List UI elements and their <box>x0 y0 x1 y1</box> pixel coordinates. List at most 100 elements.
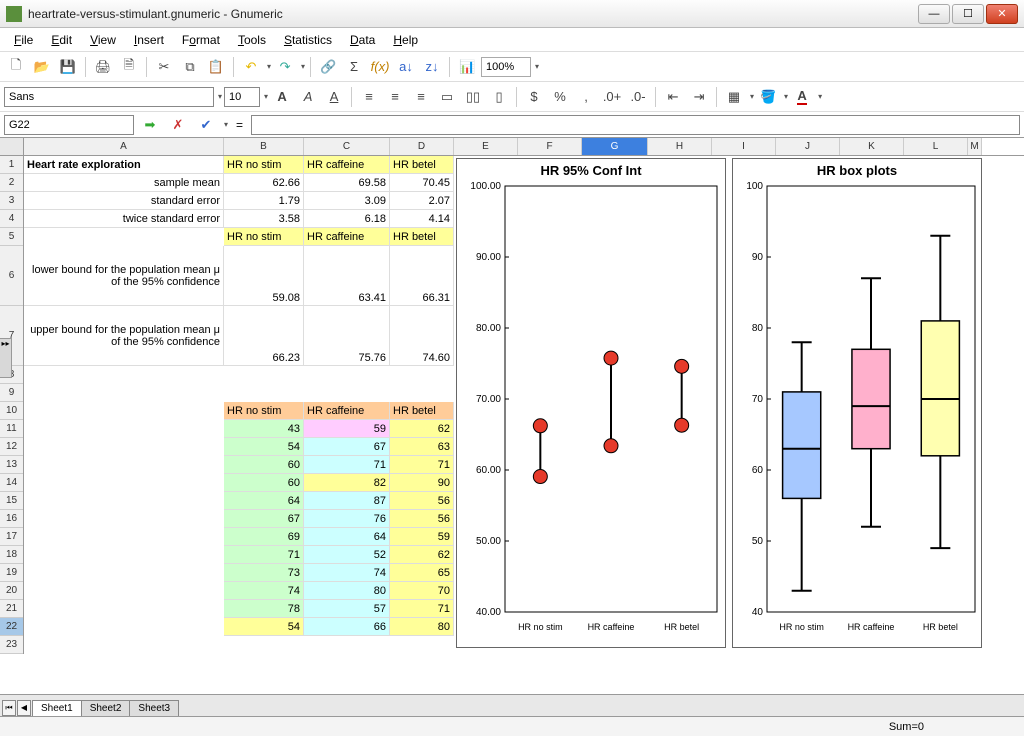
function-icon[interactable]: f(x) <box>368 55 392 79</box>
svg-text:HR no stim: HR no stim <box>779 622 824 632</box>
font-size-combo[interactable]: 10 <box>224 87 260 107</box>
maximize-button[interactable]: ☐ <box>952 4 984 24</box>
svg-text:40: 40 <box>752 607 764 618</box>
svg-text:50.00: 50.00 <box>476 536 501 547</box>
inc-indent-icon[interactable]: ⇥ <box>687 85 711 109</box>
cut-icon[interactable]: ✂ <box>152 55 176 79</box>
inc-decimal-icon[interactable]: .0+ <box>600 85 624 109</box>
svg-text:HR caffeine: HR caffeine <box>588 622 635 632</box>
app-icon <box>6 6 22 22</box>
menu-insert[interactable]: Insert <box>126 31 172 49</box>
sort-asc-icon[interactable]: a↓ <box>394 55 418 79</box>
menu-view[interactable]: View <box>82 31 124 49</box>
open-icon[interactable]: 📂 <box>30 55 54 79</box>
titlebar: heartrate-versus-stimulant.gnumeric - Gn… <box>0 0 1024 28</box>
currency-icon[interactable]: $ <box>522 85 546 109</box>
svg-text:HR caffeine: HR caffeine <box>848 622 895 632</box>
undo-icon[interactable]: ↶ <box>239 55 263 79</box>
formula-input[interactable] <box>251 115 1020 135</box>
status-sum: Sum=0 <box>849 721 964 733</box>
dec-decimal-icon[interactable]: .0- <box>626 85 650 109</box>
merge-icon[interactable]: ▭ <box>435 85 459 109</box>
svg-text:50: 50 <box>752 536 764 547</box>
align-center-icon[interactable]: ≡ <box>383 85 407 109</box>
tab-first-icon[interactable]: ⏮ <box>2 700 16 716</box>
menu-file[interactable]: File <box>6 31 41 49</box>
sum-icon[interactable]: Σ <box>342 55 366 79</box>
bold-icon[interactable]: A <box>270 85 294 109</box>
svg-text:HR no stim: HR no stim <box>518 622 563 632</box>
menu-data[interactable]: Data <box>342 31 383 49</box>
menu-help[interactable]: Help <box>385 31 426 49</box>
fill-color-icon[interactable]: 🪣 <box>756 85 780 109</box>
align-left-icon[interactable]: ≡ <box>357 85 381 109</box>
chart-conf-int[interactable]: HR 95% Conf Int 40.00 50.00 60.00 70.00 80.0… <box>456 158 726 648</box>
svg-text:HR betel: HR betel <box>923 622 958 632</box>
side-handle[interactable]: ▸▸ <box>0 338 12 378</box>
svg-text:100.00: 100.00 <box>470 182 501 192</box>
sheet-tab[interactable]: Sheet1 <box>32 700 82 716</box>
borders-icon[interactable]: ▦ <box>722 85 746 109</box>
font-color-icon[interactable]: A <box>790 85 814 109</box>
close-button[interactable]: ✕ <box>986 4 1018 24</box>
svg-text:HR betel: HR betel <box>664 622 699 632</box>
select-all-corner[interactable] <box>0 138 24 156</box>
cell-reference-bar: G22 ➡ ✗ ✔▾ = <box>0 112 1024 138</box>
tab-prev-icon[interactable]: ◀ <box>17 700 31 716</box>
menu-tools[interactable]: Tools <box>230 31 274 49</box>
chart-icon[interactable]: 📊 <box>455 55 479 79</box>
column-headers[interactable]: ABCDEFGHIJKLM <box>24 138 1024 156</box>
svg-text:80.00: 80.00 <box>476 323 501 334</box>
accept-icon[interactable]: ✔ <box>194 113 218 137</box>
menu-edit[interactable]: Edit <box>43 31 80 49</box>
menu-statistics[interactable]: Statistics <box>276 31 340 49</box>
svg-text:80: 80 <box>752 323 764 334</box>
font-family-combo[interactable]: Sans <box>4 87 214 107</box>
underline-icon[interactable]: A <box>322 85 346 109</box>
svg-text:60: 60 <box>752 465 764 476</box>
new-icon[interactable]: 🗋 <box>4 55 28 79</box>
print-icon[interactable]: 🖨 <box>91 55 115 79</box>
redo-icon[interactable]: ↷ <box>273 55 297 79</box>
sort-desc-icon[interactable]: z↓ <box>420 55 444 79</box>
svg-text:60.00: 60.00 <box>476 465 501 476</box>
sheet-tab[interactable]: Sheet3 <box>129 700 179 716</box>
svg-text:90.00: 90.00 <box>476 252 501 263</box>
dec-indent-icon[interactable]: ⇤ <box>661 85 685 109</box>
italic-icon[interactable]: A <box>296 85 320 109</box>
svg-text:100: 100 <box>746 182 763 192</box>
align-right-icon[interactable]: ≡ <box>409 85 433 109</box>
format-toolbar: Sans▾ 10▾ A A A ≡ ≡ ≡ ▭ ▯▯ ▯ $ % , .0+ .… <box>0 82 1024 112</box>
goto-icon[interactable]: ➡ <box>138 113 162 137</box>
menu-format[interactable]: Format <box>174 31 228 49</box>
split-icon[interactable]: ▯ <box>487 85 511 109</box>
window-title: heartrate-versus-stimulant.gnumeric - Gn… <box>28 7 916 21</box>
chart-boxplot[interactable]: HR box plots 40 50 60 70 80 90 100 HR no stim HR… <box>732 158 982 648</box>
svg-text:90: 90 <box>752 252 764 263</box>
paste-icon[interactable]: 📋 <box>204 55 228 79</box>
menubar: File Edit View Insert Format Tools Stati… <box>0 28 1024 52</box>
percent-icon[interactable]: % <box>548 85 572 109</box>
name-box[interactable]: G22 <box>4 115 134 135</box>
thousands-icon[interactable]: , <box>574 85 598 109</box>
sheet-tab[interactable]: Sheet2 <box>81 700 131 716</box>
merge-split-icon[interactable]: ▯▯ <box>461 85 485 109</box>
cancel-icon[interactable]: ✗ <box>166 113 190 137</box>
row-headers[interactable]: 1234567891011121314151617181920212223 <box>0 156 24 654</box>
chart-title: HR box plots <box>733 159 981 182</box>
zoom-combo[interactable]: 100% <box>481 57 531 77</box>
print-preview-icon[interactable]: 🗎 <box>117 55 141 79</box>
minimize-button[interactable]: — <box>918 4 950 24</box>
copy-icon[interactable]: ⧉ <box>178 55 202 79</box>
save-icon[interactable]: 💾 <box>56 55 80 79</box>
svg-text:70: 70 <box>752 394 764 405</box>
svg-text:40.00: 40.00 <box>476 607 501 618</box>
chart-title: HR 95% Conf Int <box>457 159 725 182</box>
svg-text:70.00: 70.00 <box>476 394 501 405</box>
chart-svg: 40.00 50.00 60.00 70.00 80.00 90.00 100.00 HR n… <box>457 182 727 642</box>
grid-area: 1234567891011121314151617181920212223 AB… <box>0 138 1024 694</box>
sheet-tabs: ⏮ ◀ Sheet1 Sheet2 Sheet3 <box>0 694 1024 716</box>
standard-toolbar: 🗋 📂 💾 🖨 🗎 ✂ ⧉ 📋 ↶▾ ↷▾ 🔗 Σ f(x) a↓ z↓ 📊 1… <box>0 52 1024 82</box>
hyperlink-icon[interactable]: 🔗 <box>316 55 340 79</box>
chart-svg: 40 50 60 70 80 90 100 HR no stim HR caffeine HR b… <box>733 182 983 642</box>
